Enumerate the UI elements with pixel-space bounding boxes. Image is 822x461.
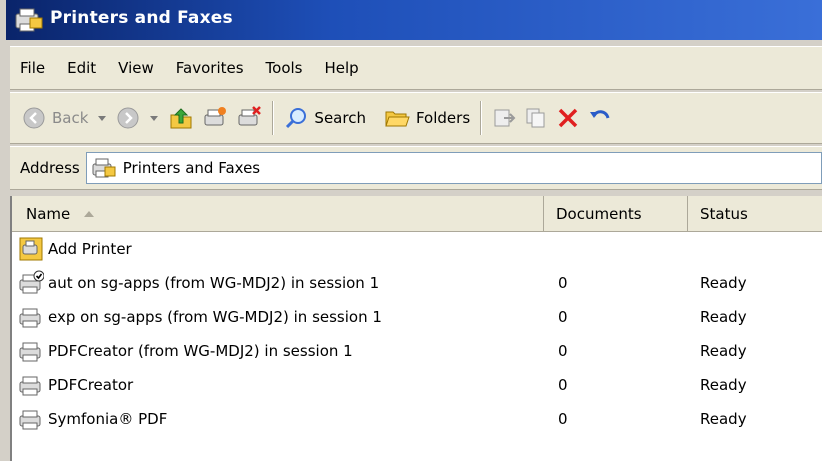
- toolbar-separator: [480, 101, 483, 135]
- search-label: Search: [314, 109, 366, 127]
- default-printer-icon: [19, 270, 44, 294]
- list-item[interactable]: aut on sg-apps (from WG-MDJ2) in session…: [12, 266, 822, 300]
- printer-name: aut on sg-apps (from WG-MDJ2) in session…: [48, 274, 380, 292]
- cell-status: Ready: [700, 274, 747, 292]
- menu-help[interactable]: Help: [325, 59, 359, 77]
- undo-icon: [590, 110, 610, 119]
- undo-button[interactable]: [584, 100, 616, 136]
- properties-button[interactable]: [198, 100, 232, 136]
- copy-to-button[interactable]: [520, 100, 552, 136]
- printers-folder-icon: [92, 158, 116, 178]
- sort-ascending-icon: [84, 211, 95, 217]
- menu-file[interactable]: File: [20, 59, 45, 77]
- cell-status: Ready: [700, 308, 747, 326]
- cell-documents: 0: [558, 342, 568, 360]
- printer-x-icon: [238, 106, 262, 126]
- column-header-documents[interactable]: Documents: [544, 196, 688, 232]
- list-item[interactable]: PDFCreator 0 Ready: [12, 368, 822, 402]
- delete-button[interactable]: [552, 100, 584, 136]
- printer-name: exp on sg-apps (from WG-MDJ2) in session…: [48, 308, 382, 326]
- printer-name: PDFCreator: [48, 376, 134, 394]
- list-item[interactable]: Symfonia® PDF 0 Ready: [12, 402, 822, 436]
- cell-documents: 0: [558, 376, 568, 394]
- cell-status: Ready: [700, 410, 747, 428]
- column-header-name-label: Name: [26, 205, 71, 223]
- menu-favorites[interactable]: Favorites: [176, 59, 244, 77]
- menu-view[interactable]: View: [118, 59, 154, 77]
- up-folder-button[interactable]: [164, 100, 198, 136]
- back-dropdown-icon[interactable]: [98, 115, 107, 121]
- cell-status: Ready: [700, 376, 747, 394]
- printers-folder-icon: [15, 8, 43, 32]
- back-label: Back: [52, 109, 89, 127]
- printer-icon: [19, 376, 41, 396]
- menu-edit[interactable]: Edit: [67, 59, 96, 77]
- copy-to-icon: [526, 108, 545, 128]
- toolbar: Back Search Folders: [10, 92, 822, 144]
- printer-properties-icon: [204, 107, 227, 126]
- folders-label: Folders: [415, 109, 471, 127]
- move-to-button[interactable]: [488, 100, 520, 136]
- cell-documents: 0: [558, 410, 568, 428]
- printer-name: Add Printer: [48, 240, 132, 258]
- list-rows: Add Printer aut on sg-apps (from WG-MDJ2…: [12, 232, 822, 436]
- cell-name: Add Printer: [12, 236, 544, 262]
- cell-name: exp on sg-apps (from WG-MDJ2) in session…: [12, 304, 544, 330]
- move-to-icon: [494, 109, 516, 127]
- up-folder-icon: [170, 108, 192, 129]
- menu-tools[interactable]: Tools: [266, 59, 303, 77]
- forward-dropdown-icon[interactable]: [150, 115, 159, 121]
- window-title: Printers and Faxes: [50, 8, 233, 28]
- column-header-status[interactable]: Status: [688, 196, 822, 232]
- column-header-status-label: Status: [700, 205, 748, 223]
- folders-button[interactable]: Folders: [380, 100, 474, 136]
- search-button[interactable]: Search: [280, 100, 370, 136]
- forward-button[interactable]: [112, 100, 144, 136]
- cell-name: PDFCreator: [12, 372, 544, 398]
- cell-name: Symfonia® PDF: [12, 406, 544, 432]
- address-input[interactable]: Printers and Faxes: [85, 152, 822, 184]
- add-printer-icon: [19, 237, 43, 261]
- cell-documents: 0: [558, 308, 568, 326]
- back-arrow-icon: [23, 107, 45, 129]
- list-item[interactable]: PDFCreator (from WG-MDJ2) in session 1 0…: [12, 334, 822, 368]
- address-bar: Address Printers and Faxes: [10, 146, 822, 190]
- back-button[interactable]: Back: [18, 100, 92, 136]
- toolbar-separator: [272, 101, 275, 135]
- forward-arrow-icon: [117, 107, 139, 129]
- menu-bar: File Edit View Favorites Tools Help: [10, 46, 822, 90]
- printer-icon: [19, 410, 41, 430]
- printer-delete-button[interactable]: [232, 100, 266, 136]
- column-header-documents-label: Documents: [556, 205, 642, 223]
- folders-icon: [385, 111, 410, 127]
- printer-name: PDFCreator (from WG-MDJ2) in session 1: [48, 342, 353, 360]
- printer-icon: [19, 342, 41, 362]
- cell-documents: 0: [558, 274, 568, 292]
- search-icon: [286, 108, 307, 129]
- column-header-name[interactable]: Name: [12, 196, 544, 232]
- printer-icon: [19, 308, 41, 328]
- printer-list[interactable]: Name Documents Status Add Printer aut on…: [10, 196, 822, 461]
- title-bar[interactable]: Printers and Faxes: [0, 0, 822, 40]
- list-item[interactable]: exp on sg-apps (from WG-MDJ2) in session…: [12, 300, 822, 334]
- address-value: Printers and Faxes: [122, 159, 261, 177]
- cell-name: aut on sg-apps (from WG-MDJ2) in session…: [12, 270, 544, 296]
- list-header: Name Documents Status: [12, 196, 822, 232]
- delete-icon: [558, 108, 578, 128]
- list-item[interactable]: Add Printer: [12, 232, 822, 266]
- address-label: Address: [20, 159, 80, 177]
- cell-name: PDFCreator (from WG-MDJ2) in session 1: [12, 338, 544, 364]
- printer-name: Symfonia® PDF: [48, 410, 168, 428]
- cell-status: Ready: [700, 342, 747, 360]
